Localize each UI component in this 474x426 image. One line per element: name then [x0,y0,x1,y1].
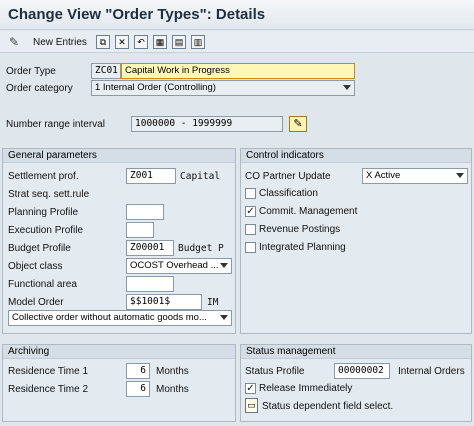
status-profile-input[interactable]: 00000002 [334,363,390,379]
order-category-label: Order category [6,83,73,94]
residence-time-1-input[interactable]: 6 [126,363,150,379]
functional-area-label: Functional area [8,279,77,290]
status-dependent-field-select-label[interactable]: Status dependent field select. [262,401,393,412]
model-order-label: Model Order [8,297,64,308]
residence-time-2-input[interactable]: 6 [126,381,150,397]
model-order-description: IM [207,297,219,308]
deselect-all-icon[interactable]: ▥ [191,35,205,49]
document-icon[interactable]: ▭ [245,398,258,413]
commit-management-checkbox[interactable]: ✓ [245,206,256,217]
integrated-planning-label: Integrated Planning [259,242,346,253]
execution-profile-label: Execution Profile [8,225,84,236]
planning-profile-label: Planning Profile [8,207,79,218]
object-class-value: OCOST Overhead ... [130,260,219,271]
strat-seq-label: Strat seq. sett.rule [8,189,90,200]
classification-checkbox[interactable] [245,188,256,199]
chevron-down-icon [456,173,464,178]
commit-management-label: Commit. Management [259,206,358,217]
object-class-label: Object class [8,261,63,272]
object-class-select[interactable]: OCOST Overhead ... [126,258,232,274]
copy-icon[interactable]: ⧉ [96,35,110,49]
order-type-label: Order Type [6,66,56,77]
co-partner-update-value: X Active [366,170,401,181]
residence-time-1-unit: Months [156,366,189,377]
model-order-input[interactable]: $$1001$ [126,294,202,310]
functional-area-input[interactable] [126,276,174,292]
status-profile-label: Status Profile [245,366,305,377]
status-management-title: Status management [241,345,471,359]
number-range-field: 1000000 - 1999999 [131,116,283,132]
settlement-profile-input[interactable]: Z001 [126,168,176,184]
revenue-postings-checkbox[interactable] [245,224,256,235]
co-partner-update-label: CO Partner Update [245,171,331,182]
new-entries-button[interactable]: New Entries [33,37,87,48]
integrated-planning-checkbox[interactable] [245,242,256,253]
order-type-description-input[interactable]: Capital Work in Progress [121,63,355,79]
settlement-profile-label: Settlement prof. [8,171,79,182]
planning-profile-input[interactable] [126,204,164,220]
status-profile-description: Internal Orders [398,366,465,377]
select-all-icon[interactable]: ▦ [153,35,167,49]
pencil-icon: ✎ [293,118,303,130]
archiving-group: Archiving [2,344,236,422]
order-category-value: 1 Internal Order (Controlling) [95,82,216,93]
chevron-down-icon [220,263,228,268]
execution-profile-input[interactable] [126,222,154,238]
budget-profile-description: Budget P [178,243,224,254]
order-category-select[interactable]: 1 Internal Order (Controlling) [91,80,355,96]
release-immediately-label: Release Immediately [259,383,353,394]
classification-label: Classification [259,188,318,199]
order-type-code-field: ZC01 [91,63,121,79]
control-indicators-title: Control indicators [241,149,471,163]
budget-profile-input[interactable]: Z00001 [126,240,174,256]
collective-order-select[interactable]: Collective order without automatic goods… [8,310,232,326]
archiving-title: Archiving [3,345,235,359]
number-range-label: Number range interval [6,119,105,130]
revenue-postings-label: Revenue Postings [259,224,341,235]
chevron-down-icon [343,85,351,90]
undo-icon[interactable]: ↶ [134,35,148,49]
residence-time-2-unit: Months [156,384,189,395]
edit-number-range-button[interactable]: ✎ [289,116,307,132]
delete-icon[interactable]: ✕ [115,35,129,49]
page-title: Change View "Order Types": Details [8,6,266,23]
residence-time-2-label: Residence Time 2 [8,384,89,395]
budget-profile-label: Budget Profile [8,243,71,254]
release-immediately-checkbox[interactable]: ✓ [245,383,256,394]
co-partner-update-select[interactable]: X Active [362,168,468,184]
select-block-icon[interactable]: ▤ [172,35,186,49]
general-parameters-title: General parameters [3,149,235,163]
collective-order-value: Collective order without automatic goods… [12,312,207,323]
change-display-icon[interactable]: ✎ [9,35,19,49]
chevron-down-icon [220,315,228,320]
residence-time-1-label: Residence Time 1 [8,366,89,377]
settlement-profile-description: Capital [180,171,221,182]
